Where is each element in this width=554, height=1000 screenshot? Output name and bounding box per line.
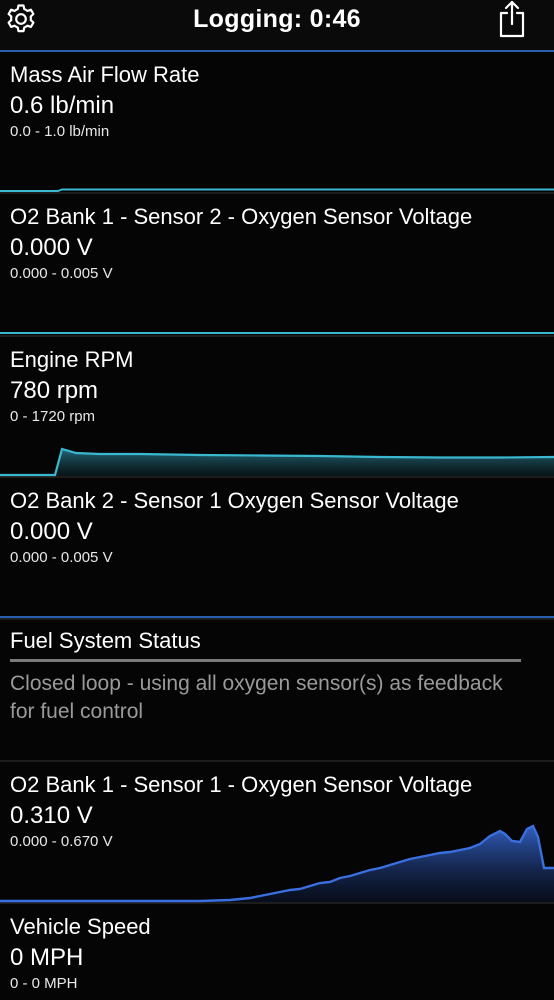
gauge-range: 0 - 0 MPH [10, 975, 78, 992]
gauge-name: O2 Bank 1 - Sensor 2 - Oxygen Sensor Vol… [10, 204, 473, 229]
gauge-panel-o2-bank1-sensor1[interactable]: O2 Bank 1 - Sensor 1 - Oxygen Sensor Vol… [0, 762, 554, 904]
gauge-panel-vehicle-speed[interactable]: Vehicle Speed 0 MPH 0 - 0 MPH [0, 904, 554, 1000]
gauge-value: 0.000 V [10, 234, 93, 261]
o2-bank2-sensor1-graph [0, 616, 554, 618]
status-panel-fuel-system[interactable]: Fuel System Status Closed loop - using a… [0, 620, 554, 762]
o2-bank1-sensor1-graph [0, 824, 554, 903]
gauge-panel-o2-bank2-sensor1[interactable]: O2 Bank 2 - Sensor 1 Oxygen Sensor Volta… [0, 478, 554, 620]
gauge-name: O2 Bank 2 - Sensor 1 Oxygen Sensor Volta… [10, 488, 459, 513]
status-name: Fuel System Status [10, 628, 201, 653]
app-header: Logging: 0:46 [0, 0, 554, 52]
gauge-panel-o2-bank1-sensor2[interactable]: O2 Bank 1 - Sensor 2 - Oxygen Sensor Vol… [0, 194, 554, 337]
engine-rpm-graph [0, 447, 554, 477]
gauge-panel-engine-rpm[interactable]: Engine RPM 780 rpm 0 - 1720 rpm [0, 337, 554, 478]
gauge-name: Mass Air Flow Rate [10, 62, 200, 87]
status-description: Closed loop - using all oxygen sensor(s)… [10, 672, 503, 723]
status-divider [10, 659, 521, 662]
gauge-name: Engine RPM [10, 347, 134, 372]
gauge-panel-mass-air-flow[interactable]: Mass Air Flow Rate 0.6 lb/min 0.0 - 1.0 … [0, 52, 554, 194]
page-title: Logging: 0:46 [193, 5, 361, 33]
gauge-value: 780 rpm [10, 377, 99, 404]
mass-air-flow-graph [0, 188, 554, 192]
gauge-value: 0 MPH [10, 944, 84, 971]
gauge-value: 0.000 V [10, 518, 93, 545]
gauge-value: 0.6 lb/min [10, 92, 115, 119]
gauge-name: Vehicle Speed [10, 914, 151, 939]
share-icon[interactable] [496, 0, 528, 38]
o2-bank1-sensor2-graph [0, 332, 554, 334]
